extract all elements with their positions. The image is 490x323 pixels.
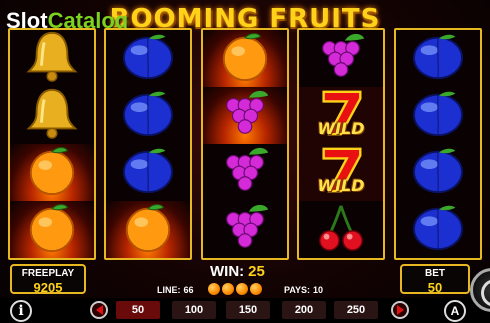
plum-icon bbox=[119, 143, 177, 202]
reel-4-symbol-3: WILD bbox=[299, 144, 383, 201]
reel-1-symbol-4 bbox=[10, 201, 94, 258]
orange-icon bbox=[236, 283, 248, 295]
reel-5 bbox=[394, 28, 482, 260]
grapes-icon bbox=[216, 200, 274, 258]
reel-3-symbol-2 bbox=[203, 87, 287, 144]
reel-2-symbol-2 bbox=[106, 87, 190, 144]
info-button[interactable]: i bbox=[10, 300, 32, 322]
reel-5-symbol-4 bbox=[396, 201, 480, 258]
bet-option-4[interactable]: 200 bbox=[282, 301, 326, 319]
pays-info: PAYS: 10 bbox=[284, 285, 323, 295]
reel-5-symbol-2 bbox=[396, 87, 480, 144]
reel-2-symbol-3 bbox=[106, 144, 190, 201]
reel-3-symbol-3 bbox=[203, 144, 287, 201]
orange-icon bbox=[222, 283, 234, 295]
arrow-right-icon bbox=[396, 305, 404, 315]
reel-4: WILD WILD bbox=[297, 28, 385, 260]
line-info: LINE: 66 bbox=[157, 285, 194, 295]
plum-icon bbox=[409, 143, 467, 202]
pays-value: 10 bbox=[313, 285, 324, 295]
plum-icon bbox=[409, 200, 467, 258]
orange-icon bbox=[119, 200, 177, 258]
reel-2-symbol-4 bbox=[106, 201, 190, 258]
cherries-icon bbox=[312, 200, 370, 258]
reel-4-symbol-4 bbox=[299, 201, 383, 258]
wild-label: WILD bbox=[317, 119, 365, 138]
reel-1-symbol-1 bbox=[10, 30, 94, 87]
autoplay-button[interactable]: A bbox=[444, 300, 466, 322]
reel-1 bbox=[8, 28, 96, 260]
win-symbol-row bbox=[208, 283, 262, 295]
grapes-icon bbox=[216, 86, 274, 145]
plum-icon bbox=[119, 30, 177, 88]
reel-2 bbox=[104, 28, 192, 260]
bet-box: BET 50 bbox=[400, 264, 470, 295]
orange-icon bbox=[250, 283, 262, 295]
plum-icon bbox=[119, 86, 177, 145]
plum-icon bbox=[409, 86, 467, 145]
bet-label: BET bbox=[425, 268, 445, 279]
line-label: LINE: bbox=[157, 285, 181, 295]
bell-icon bbox=[23, 30, 81, 88]
grapes-icon bbox=[216, 143, 274, 202]
orange-icon bbox=[216, 30, 274, 88]
bet-option-1[interactable]: 50 bbox=[116, 301, 160, 319]
reel-4-symbol-2: WILD bbox=[299, 87, 383, 144]
bet-value: 50 bbox=[427, 280, 443, 295]
reel-4-symbol-1 bbox=[299, 30, 383, 87]
win-display: WIN: 25 bbox=[210, 263, 330, 280]
game-stage: BOOMING FRUITS 100 SlotCatalog WILDWILD … bbox=[0, 0, 490, 323]
bet-decrease-button[interactable] bbox=[90, 301, 108, 319]
freeplay-label: FREEPLAY bbox=[21, 268, 75, 279]
orange-icon bbox=[23, 143, 81, 202]
grapes-icon bbox=[312, 30, 370, 88]
bet-option-3[interactable]: 150 bbox=[226, 301, 270, 319]
wild-label: WILD bbox=[317, 176, 365, 195]
bet-increase-button[interactable] bbox=[391, 301, 409, 319]
bet-option-2[interactable]: 100 bbox=[172, 301, 216, 319]
reel-3-symbol-1 bbox=[203, 30, 287, 87]
bell-icon bbox=[23, 86, 81, 145]
line-value: 66 bbox=[183, 285, 194, 295]
reel-area: WILD WILD bbox=[8, 28, 482, 260]
reel-1-symbol-3 bbox=[10, 144, 94, 201]
arrow-left-icon bbox=[95, 305, 103, 315]
win-value: 25 bbox=[248, 263, 265, 280]
reel-2-symbol-1 bbox=[106, 30, 190, 87]
orange-icon bbox=[208, 283, 220, 295]
pays-label: PAYS: bbox=[284, 285, 311, 295]
win-label: WIN: bbox=[210, 263, 245, 280]
reel-5-symbol-3 bbox=[396, 144, 480, 201]
bet-option-5[interactable]: 250 bbox=[334, 301, 378, 319]
reel-3 bbox=[201, 28, 289, 260]
orange-icon bbox=[23, 200, 81, 258]
reel-5-symbol-1 bbox=[396, 30, 480, 87]
reel-3-symbol-4 bbox=[203, 201, 287, 258]
reel-1-symbol-2 bbox=[10, 87, 94, 144]
freeplay-value: 9205 bbox=[33, 280, 63, 295]
plum-icon bbox=[409, 30, 467, 88]
freeplay-box: FREEPLAY 9205 bbox=[10, 264, 86, 295]
